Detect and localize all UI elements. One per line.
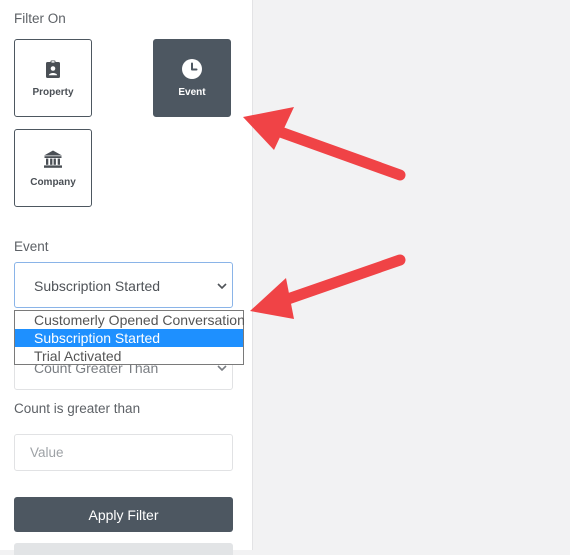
property-tile[interactable]: Property — [14, 39, 92, 117]
property-tile-label: Property — [32, 87, 74, 98]
event-tile-label: Event — [178, 87, 206, 98]
event-tile[interactable]: Event — [153, 39, 231, 117]
filter-panel: Filter On Property Event Company Event S… — [0, 0, 253, 555]
company-tile[interactable]: Company — [14, 129, 92, 207]
count-value-input[interactable] — [14, 434, 233, 471]
dropdown-option-selected[interactable]: Subscription Started — [15, 329, 243, 347]
dropdown-option[interactable]: Trial Activated — [15, 347, 243, 365]
bank-icon — [44, 150, 62, 168]
company-tile-label: Company — [30, 177, 76, 188]
apply-filter-button[interactable]: Apply Filter — [14, 497, 233, 532]
badge-icon — [46, 60, 60, 78]
count-label: Count is greater than — [14, 401, 141, 416]
event-dropdown-list[interactable]: Customerly Opened Conversation Subscript… — [14, 310, 245, 365]
event-select-value: Subscription Started — [34, 278, 161, 294]
content-area — [253, 0, 570, 550]
filter-on-label: Filter On — [14, 11, 66, 26]
chevron-down-icon — [217, 365, 227, 371]
clock-icon — [182, 59, 202, 79]
dropdown-option[interactable]: Customerly Opened Conversation — [15, 311, 245, 329]
secondary-button[interactable] — [14, 543, 233, 555]
chevron-down-icon — [217, 283, 227, 289]
event-select[interactable]: Subscription Started — [14, 262, 233, 308]
event-label: Event — [14, 239, 49, 254]
